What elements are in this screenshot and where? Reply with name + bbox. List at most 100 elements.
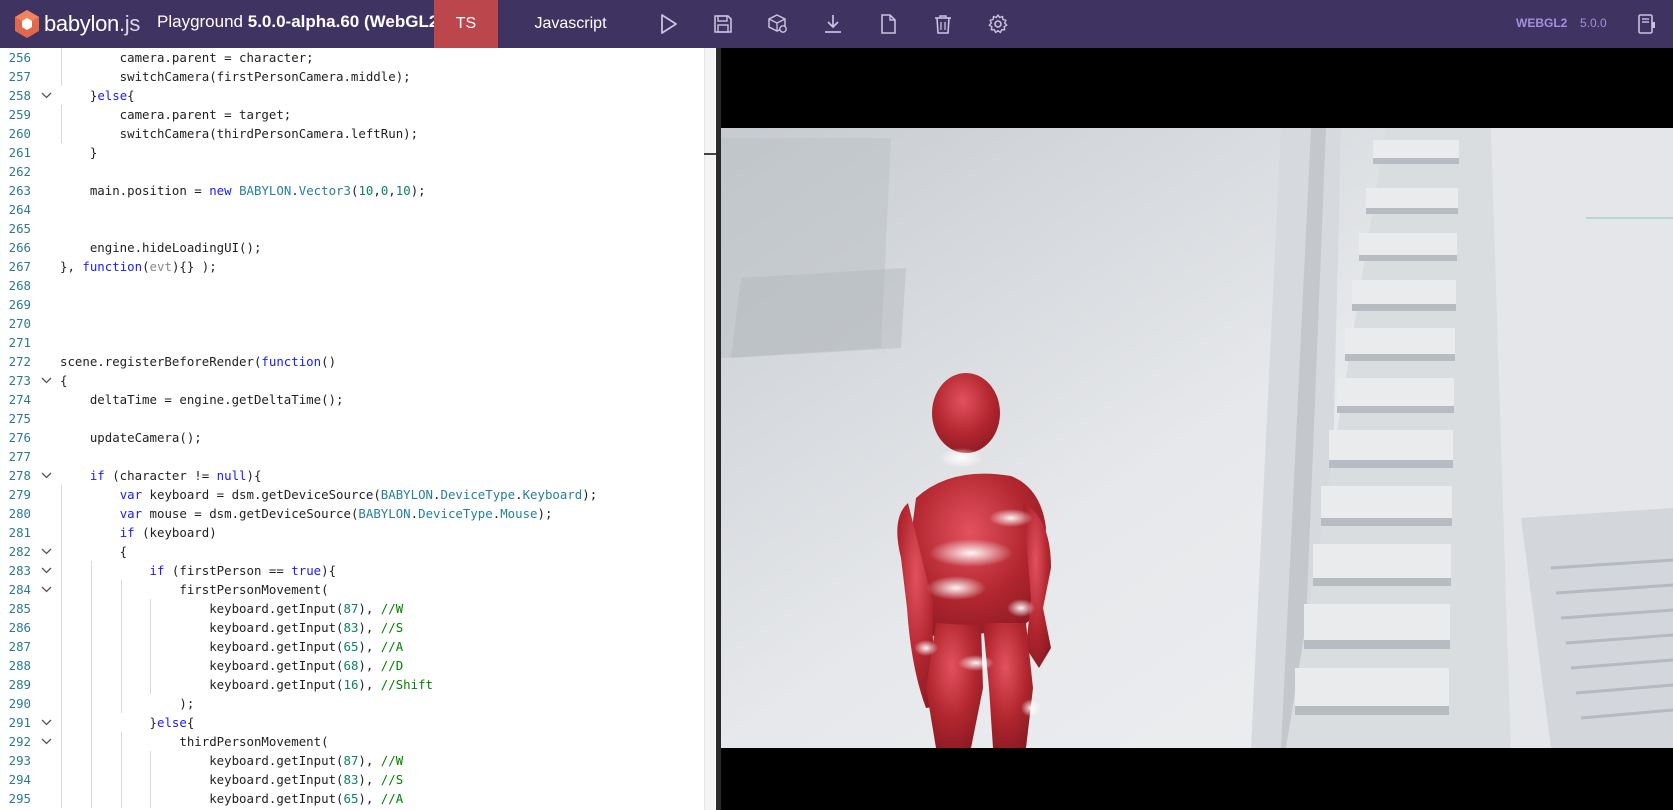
code-line[interactable]: 270 xyxy=(0,314,704,333)
line-number: 269 xyxy=(8,297,31,312)
line-number: 278 xyxy=(8,468,31,483)
code-line[interactable]: 258 }else{ xyxy=(0,86,704,105)
new-file-icon xyxy=(881,14,896,34)
top-toolbar: babylon.js Playground 5.0.0-alpha.60 (We… xyxy=(0,0,1673,48)
code-line[interactable]: 264 xyxy=(0,200,704,219)
fold-chevron-icon[interactable] xyxy=(38,561,54,580)
save-button[interactable] xyxy=(709,10,737,38)
playground-title: Playground 5.0.0-alpha.60 (WebGL2) xyxy=(157,12,444,32)
version-select[interactable]: 5.0.0 xyxy=(1580,16,1607,30)
fold-chevron-icon[interactable] xyxy=(38,542,54,561)
code-line[interactable]: 279 var keyboard = dsm.getDeviceSource(B… xyxy=(0,485,704,504)
line-number: 277 xyxy=(8,449,31,464)
inspector-icon xyxy=(768,14,787,33)
line-number: 266 xyxy=(8,240,31,255)
code-text: { xyxy=(60,544,128,559)
code-line[interactable]: 262 xyxy=(0,162,704,181)
code-line[interactable]: 295 keyboard.getInput(65), //A xyxy=(0,789,704,808)
line-number: 284 xyxy=(8,582,31,597)
line-number: 287 xyxy=(8,639,31,654)
code-line[interactable]: 284 firstPersonMovement( xyxy=(0,580,704,599)
line-number: 274 xyxy=(8,392,31,407)
code-line[interactable]: 288 keyboard.getInput(68), //D xyxy=(0,656,704,675)
code-line[interactable]: 257 switchCamera(firstPersonCamera.middl… xyxy=(0,67,704,86)
code-line[interactable]: 281 if (keyboard) xyxy=(0,523,704,542)
tab-ts[interactable]: TS xyxy=(434,0,498,48)
run-button[interactable] xyxy=(654,10,682,38)
line-number: 271 xyxy=(8,335,31,350)
code-line[interactable]: 267}, function(evt){} ); xyxy=(0,257,704,276)
babylon-logo-icon xyxy=(15,10,39,38)
line-number: 288 xyxy=(8,658,31,673)
code-line[interactable]: 290 ); xyxy=(0,694,704,713)
fold-chevron-icon[interactable] xyxy=(38,732,54,751)
code-text: var keyboard = dsm.getDeviceSource(BABYL… xyxy=(119,487,598,502)
title-prefix: Playground xyxy=(157,12,244,31)
code-editor[interactable]: 256 camera.parent = character; 257 switch… xyxy=(0,48,716,810)
code-text: scene.registerBeforeRender(function() xyxy=(60,354,337,369)
line-number: 275 xyxy=(8,411,31,426)
code-line[interactable]: 277 xyxy=(0,447,704,466)
examples-button[interactable] xyxy=(1632,10,1660,38)
line-number: 290 xyxy=(8,696,31,711)
code-line[interactable]: 276 updateCamera(); xyxy=(0,428,704,447)
editor-scrollbar[interactable] xyxy=(704,48,715,810)
fold-chevron-icon[interactable] xyxy=(38,371,54,390)
settings-button[interactable] xyxy=(984,10,1012,38)
inspector-button[interactable] xyxy=(764,10,792,38)
code-line[interactable]: 274 deltaTime = engine.getDeltaTime(); xyxy=(0,390,704,409)
scrollbar-position-marker xyxy=(704,153,716,155)
line-number: 295 xyxy=(8,791,31,806)
code-line[interactable]: 272 scene.registerBeforeRender(function() xyxy=(0,352,704,371)
line-number: 262 xyxy=(8,164,31,179)
code-line[interactable]: 286 keyboard.getInput(83), //S xyxy=(0,618,704,637)
code-text: }else{ xyxy=(60,88,135,103)
code-line[interactable]: 265 xyxy=(0,219,704,238)
babylon-logo[interactable]: babylon.js xyxy=(14,7,140,41)
code-line[interactable]: 273 { xyxy=(0,371,704,390)
code-line[interactable]: 289 keyboard.getInput(16), //Shift xyxy=(0,675,704,694)
code-line[interactable]: 260 switchCamera(thirdPersonCamera.leftR… xyxy=(0,124,704,143)
code-line[interactable]: 268 xyxy=(0,276,704,295)
line-number: 292 xyxy=(8,734,31,749)
code-text: camera.parent = target; xyxy=(60,107,292,122)
code-line[interactable]: 266 engine.hideLoadingUI(); xyxy=(0,238,704,257)
line-number: 259 xyxy=(8,107,31,122)
code-text: engine.hideLoadingUI(); xyxy=(60,240,262,255)
code-line[interactable]: 287 keyboard.getInput(65), //A xyxy=(0,637,704,656)
line-number: 273 xyxy=(8,373,31,388)
code-line[interactable]: 259 camera.parent = target; xyxy=(0,105,704,124)
code-text: keyboard.getInput(65), //A xyxy=(60,639,404,654)
render-canvas[interactable] xyxy=(721,48,1673,810)
code-line[interactable]: 293 keyboard.getInput(87), //W xyxy=(0,751,704,770)
download-button[interactable] xyxy=(819,10,847,38)
line-number: 263 xyxy=(8,183,31,198)
code-line[interactable]: 269 xyxy=(0,295,704,314)
tab-javascript[interactable]: Javascript xyxy=(498,0,643,48)
code-line[interactable]: 292 thirdPersonMovement( xyxy=(0,732,704,751)
line-number: 281 xyxy=(8,525,31,540)
fold-chevron-icon[interactable] xyxy=(38,713,54,732)
code-line[interactable]: 283 if (firstPerson == true){ xyxy=(0,561,704,580)
code-line[interactable]: 291 }else{ xyxy=(0,713,704,732)
code-line[interactable]: 275 xyxy=(0,409,704,428)
download-icon xyxy=(825,15,841,33)
new-file-button[interactable] xyxy=(874,10,902,38)
clear-button[interactable] xyxy=(929,10,957,38)
code-line[interactable]: 278 if (character != null){ xyxy=(0,466,704,485)
code-line[interactable]: 285 keyboard.getInput(87), //W xyxy=(0,599,704,618)
line-number: 257 xyxy=(8,69,31,84)
code-line[interactable]: 263 main.position = new BABYLON.Vector3(… xyxy=(0,181,704,200)
code-line[interactable]: 294 keyboard.getInput(83), //S xyxy=(0,770,704,789)
fold-chevron-icon[interactable] xyxy=(38,580,54,599)
fold-chevron-icon[interactable] xyxy=(38,466,54,485)
code-line[interactable]: 256 camera.parent = character; xyxy=(0,48,704,67)
code-lines: 256 camera.parent = character; 257 switch… xyxy=(0,48,704,808)
examples-icon xyxy=(1638,14,1655,34)
code-line[interactable]: 282 { xyxy=(0,542,704,561)
code-line[interactable]: 271 xyxy=(0,333,704,352)
fold-chevron-icon[interactable] xyxy=(38,86,54,105)
code-line[interactable]: 280 var mouse = dsm.getDeviceSource(BABY… xyxy=(0,504,704,523)
code-line[interactable]: 261 } xyxy=(0,143,704,162)
code-text: if (character != null){ xyxy=(89,468,262,483)
